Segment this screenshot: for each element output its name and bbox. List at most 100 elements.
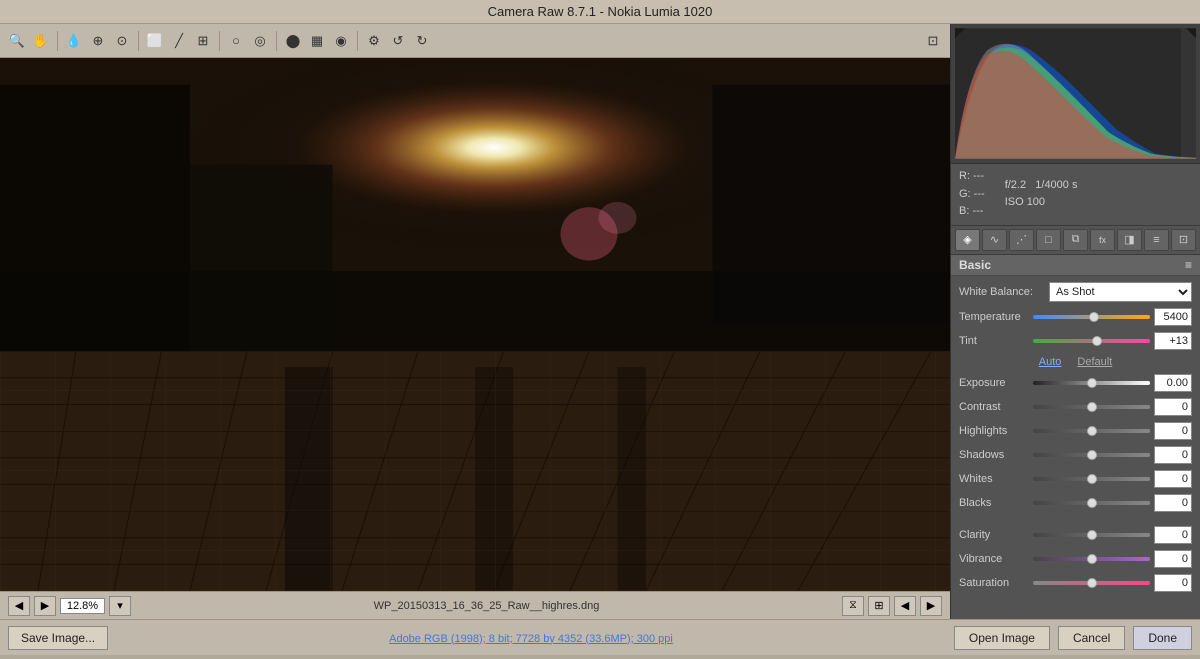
saturation-row: Saturation [959,574,1192,592]
status-next-btn[interactable]: ▶ [920,596,942,616]
saturation-slider[interactable] [1033,581,1150,585]
blacks-handle[interactable] [1087,498,1097,508]
targeted-adj-tool[interactable]: ⊙ [111,30,133,52]
whites-row: Whites [959,470,1192,488]
color-sampler-tool[interactable]: ⊕ [87,30,109,52]
whites-handle[interactable] [1087,474,1097,484]
cancel-button[interactable]: Cancel [1058,626,1125,650]
wb-label: White Balance: [959,286,1049,298]
tint-handle[interactable] [1092,336,1102,346]
exposure-slider[interactable] [1033,381,1150,385]
shadows-slider[interactable] [1033,453,1150,457]
auto-default-row: Auto Default [959,356,1192,368]
contrast-value[interactable] [1154,398,1192,416]
highlights-value[interactable] [1154,422,1192,440]
status-right: ⧖ ⊞ ◀ ▶ [842,596,942,616]
done-button[interactable]: Done [1133,626,1192,650]
shadows-handle[interactable] [1087,450,1097,460]
crop-tool[interactable]: ⬜ [144,30,166,52]
default-link[interactable]: Default [1077,356,1112,368]
adj-brush-tool[interactable]: ⬤ [282,30,304,52]
tint-value[interactable] [1154,332,1192,350]
tab-presets[interactable]: ≡ [1144,229,1169,251]
tint-slider[interactable] [1033,339,1150,343]
status-bar: ◀ ▶ 12.8% ▾ WP_20150313_16_36_25_Raw__hi… [0,591,950,619]
clarity-row: Clarity [959,526,1192,544]
filename-display: WP_20150313_16_36_25_Raw__highres.dng [137,600,836,612]
open-image-button[interactable]: Open Image [954,626,1050,650]
saturation-label: Saturation [959,577,1029,589]
whites-value[interactable] [1154,470,1192,488]
hand-tool[interactable]: ✋ [30,30,52,52]
basic-section-header[interactable]: Basic ≡ [951,255,1200,276]
vibrance-handle[interactable] [1087,554,1097,564]
exposure-value[interactable] [1154,374,1192,392]
fullscreen-tool[interactable]: ⊡ [922,30,944,52]
vibrance-value[interactable] [1154,550,1192,568]
vibrance-slider[interactable] [1033,557,1150,561]
tool-separator-2 [138,31,139,51]
tab-lens[interactable]: fx [1090,229,1115,251]
radial-filter-tool[interactable]: ◉ [330,30,352,52]
graduated-filter-tool[interactable]: ▦ [306,30,328,52]
tab-split-toning[interactable]: ⧉ [1063,229,1088,251]
temperature-handle[interactable] [1089,312,1099,322]
temperature-row: Temperature [959,308,1192,326]
nav-right-btn[interactable]: ▶ [34,596,56,616]
saturation-value[interactable] [1154,574,1192,592]
shadows-value[interactable] [1154,446,1192,464]
filter-btn[interactable]: ⧖ [842,596,864,616]
grid-btn[interactable]: ⊞ [868,596,890,616]
save-image-button[interactable]: Save Image... [8,626,108,650]
spot-removal-tool[interactable]: ○ [225,30,247,52]
saturation-handle[interactable] [1087,578,1097,588]
zoom-dropdown-btn[interactable]: ▾ [109,596,131,616]
vibrance-row: Vibrance [959,550,1192,568]
clarity-value[interactable] [1154,526,1192,544]
tab-detail[interactable]: ⋰ [1009,229,1034,251]
main-container: 🔍 ✋ 💧 ⊕ ⊙ ⬜ ╱ ⊞ ○ ◎ ⬤ ▦ ◉ ⚙ ↺ ↻ [0,24,1200,655]
histogram-canvas [955,28,1196,159]
image-info-link[interactable]: Adobe RGB (1998); 8 bit; 7728 by 4352 (3… [389,633,673,645]
tool-separator-5 [357,31,358,51]
tab-hsl[interactable]: □ [1036,229,1061,251]
tab-basic[interactable]: ◈ [955,229,980,251]
red-eye-tool[interactable]: ◎ [249,30,271,52]
straighten-tool[interactable]: ╱ [168,30,190,52]
rotate-cw-tool[interactable]: ↻ [411,30,433,52]
clarity-slider[interactable] [1033,533,1150,537]
highlights-slider[interactable] [1033,429,1150,433]
temperature-slider[interactable] [1033,315,1150,319]
white-balance-select[interactable]: As Shot Auto Daylight Cloudy Shade Tungs… [1049,282,1192,302]
tab-tone-curve[interactable]: ∿ [982,229,1007,251]
status-prev-btn[interactable]: ◀ [894,596,916,616]
preferences-tool[interactable]: ⚙ [363,30,385,52]
white-balance-tool[interactable]: 💧 [63,30,85,52]
whites-slider[interactable] [1033,477,1150,481]
contrast-slider[interactable] [1033,405,1150,409]
contrast-handle[interactable] [1087,402,1097,412]
image-area [0,58,950,591]
temperature-label: Temperature [959,311,1029,323]
tool-separator-4 [276,31,277,51]
clarity-handle[interactable] [1087,530,1097,540]
temperature-value[interactable] [1154,308,1192,326]
tab-snapshots[interactable]: ⊡ [1171,229,1196,251]
nav-left-btn[interactable]: ◀ [8,596,30,616]
tint-label: Tint [959,335,1029,347]
whites-label: Whites [959,473,1029,485]
title-bar: Camera Raw 8.7.1 - Nokia Lumia 1020 [0,0,1200,24]
highlights-label: Highlights [959,425,1029,437]
rotate-ccw-tool[interactable]: ↺ [387,30,409,52]
tab-camera-cal[interactable]: ◨ [1117,229,1142,251]
highlights-row: Highlights [959,422,1192,440]
camera-settings: f/2.2 1/4000 s ISO 100 [1005,177,1078,212]
exposure-handle[interactable] [1087,378,1097,388]
blacks-slider[interactable] [1033,501,1150,505]
zoom-tool[interactable]: 🔍 [6,30,28,52]
highlights-handle[interactable] [1087,426,1097,436]
auto-link[interactable]: Auto [1039,356,1062,368]
vibrance-label: Vibrance [959,553,1029,565]
transform-tool[interactable]: ⊞ [192,30,214,52]
blacks-value[interactable] [1154,494,1192,512]
